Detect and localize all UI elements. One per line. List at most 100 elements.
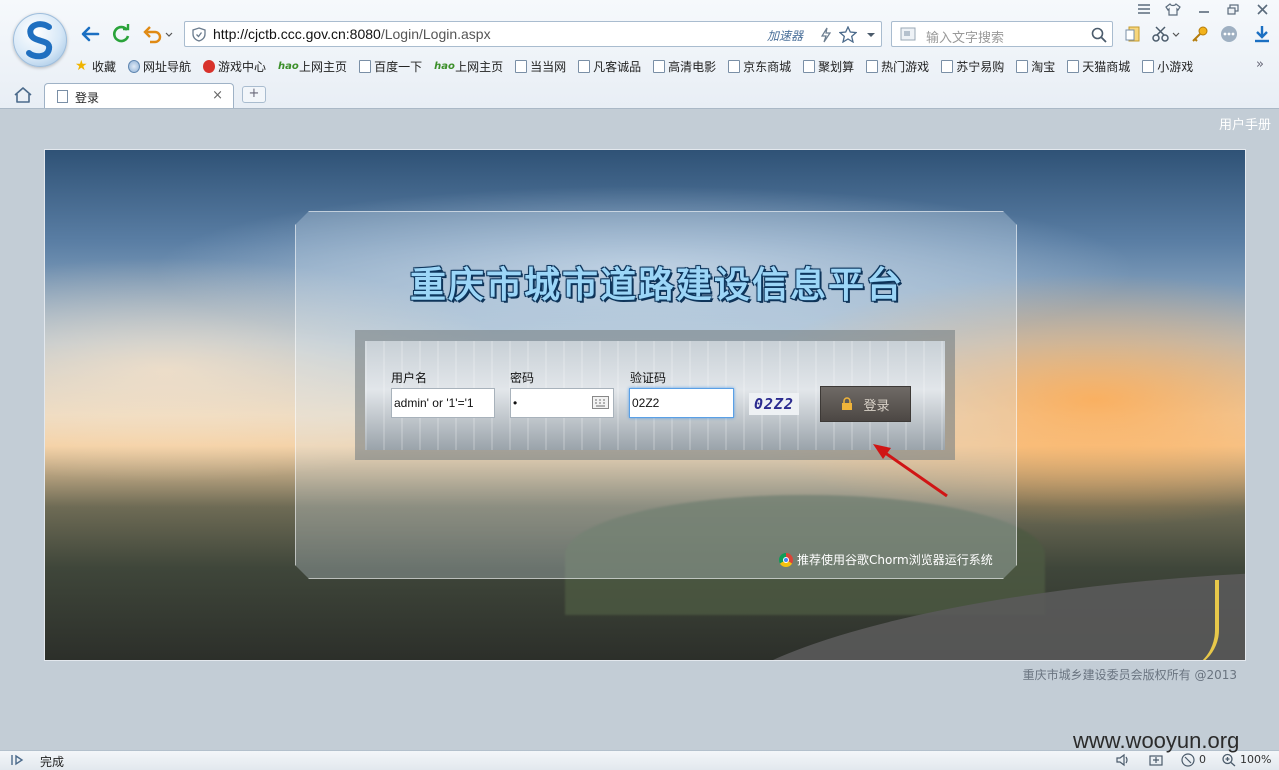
page-icon <box>866 59 879 73</box>
page-icon <box>578 59 591 73</box>
watermark: www.wooyun.org <box>1073 728 1240 753</box>
tab-close-icon[interactable]: × <box>212 88 223 103</box>
chevron-down-icon[interactable] <box>866 32 876 38</box>
bookmark-label: 收藏 <box>92 59 117 74</box>
star-bookmark-icon[interactable] <box>839 26 857 43</box>
back-button[interactable] <box>78 22 102 46</box>
page-icon <box>1067 59 1080 73</box>
skin-button[interactable] <box>1159 0 1187 18</box>
shirt-icon <box>1165 2 1181 16</box>
hao-icon: hao <box>278 60 299 72</box>
bookmarks-bar: ★ 收藏 网址导航 游戏中心 hao 上网主页 百度一下 hao 上网主页 当当网 凡客诚品 高清电影… <box>75 56 1205 76</box>
bookmark-item[interactable]: ★ 收藏 <box>75 58 116 75</box>
bookmark-item[interactable]: 当当网 <box>515 58 566 75</box>
bookmark-label: 淘宝 <box>1031 59 1056 74</box>
bookmark-item[interactable]: 小游戏 <box>1142 58 1193 75</box>
zoom-icon[interactable] <box>1221 753 1237 767</box>
browser-logo[interactable] <box>13 13 67 67</box>
browser-toolbar: http://cjctb.ccc.gov.cn:8080/Login/Login… <box>0 0 1279 109</box>
more-tools-button[interactable] <box>1219 24 1239 44</box>
sogou-logo-icon <box>26 21 53 60</box>
close-window-button[interactable] <box>1248 0 1276 18</box>
bookmark-label: 网址导航 <box>143 59 192 74</box>
tab-login[interactable]: 登录 × <box>44 83 234 108</box>
bookmark-item[interactable]: 凡客诚品 <box>578 58 641 75</box>
url-path: /Login/Login.aspx <box>380 26 491 42</box>
scissors-icon <box>1152 26 1180 42</box>
accelerator-label[interactable]: 加速器 <box>767 27 803 44</box>
search-placeholder[interactable]: 输入文字搜索 <box>926 27 1004 46</box>
page-icon <box>803 59 816 73</box>
url-text[interactable]: http://cjctb.ccc.gov.cn:8080/Login/Login… <box>213 26 491 42</box>
restore-icon <box>1227 3 1239 15</box>
network-icon[interactable] <box>1148 753 1164 767</box>
adblock-icon[interactable] <box>1181 753 1197 767</box>
annotation-arrow-icon <box>873 444 948 498</box>
bookmark-item[interactable]: 淘宝 <box>1016 58 1055 75</box>
globe-icon <box>128 59 141 73</box>
key-icon <box>1192 26 1208 42</box>
download-icon <box>1255 26 1269 43</box>
bookmark-item[interactable]: hao 上网主页 <box>434 58 503 75</box>
hero-background: 重庆市城市道路建设信息平台 用户名 admin' or '1'='1 密码 • … <box>44 149 1246 661</box>
close-icon <box>1256 3 1268 15</box>
bookmark-item[interactable]: 苏宁易购 <box>941 58 1004 75</box>
bookmarks-more-button[interactable]: » <box>1256 57 1264 72</box>
home-icon <box>14 87 32 103</box>
minimize-button[interactable] <box>1190 0 1218 18</box>
menu-button[interactable] <box>1130 0 1158 18</box>
search-bar[interactable]: 输入文字搜索 <box>891 21 1113 47</box>
bookmark-item[interactable]: 热门游戏 <box>866 58 929 75</box>
bookmark-label: 高清电影 <box>668 59 717 74</box>
bookmark-label: 上网主页 <box>455 59 504 74</box>
search-engine-icon[interactable] <box>900 27 918 42</box>
password-manager-button[interactable] <box>1190 24 1210 44</box>
bookmark-item[interactable]: 百度一下 <box>359 58 422 75</box>
game-icon <box>203 59 216 73</box>
sidebar-toggle-button[interactable] <box>1123 24 1143 44</box>
lightning-icon[interactable] <box>821 27 831 43</box>
tab-title: 登录 <box>75 91 100 105</box>
page-content: 用户手册 重庆市城市道路建设信息平台 用户名 admin' or '1'='1 … <box>0 109 1279 750</box>
minimize-icon <box>1199 11 1209 13</box>
new-tab-button[interactable]: + <box>242 86 266 103</box>
bookmark-label: 京东商城 <box>743 59 792 74</box>
sidebar-expand-icon[interactable] <box>10 753 26 767</box>
address-bar[interactable]: http://cjctb.ccc.gov.cn:8080/Login/Login… <box>184 21 882 47</box>
url-host: http://cjctb.ccc.gov.cn:8080 <box>213 26 381 42</box>
bookmark-item[interactable]: hao 上网主页 <box>278 58 347 75</box>
shield-icon <box>192 27 206 42</box>
undo-close-tab-button[interactable] <box>141 22 175 46</box>
bookmark-label: 苏宁易购 <box>956 59 1005 74</box>
home-button[interactable] <box>12 85 34 105</box>
refresh-button[interactable] <box>109 22 133 46</box>
page-icon <box>653 59 666 73</box>
zoom-level[interactable]: 100% <box>1240 753 1271 766</box>
page-icon <box>1016 59 1029 73</box>
screenshot-button[interactable] <box>1150 24 1182 44</box>
search-icon[interactable] <box>1091 27 1107 43</box>
page-icon <box>359 59 372 73</box>
user-manual-link[interactable]: 用户手册 <box>1219 114 1271 133</box>
page-icon <box>728 59 741 73</box>
bookmark-item[interactable]: 游戏中心 <box>203 58 266 75</box>
blocked-count: 0 <box>1199 753 1206 766</box>
bookmark-item[interactable]: 网址导航 <box>128 58 191 75</box>
status-text: 完成 <box>40 755 65 769</box>
bookmark-item[interactable]: 聚划算 <box>803 58 854 75</box>
document-icon <box>1125 26 1140 42</box>
bookmark-item[interactable]: 天猫商城 <box>1067 58 1130 75</box>
bookmark-label: 天猫商城 <box>1082 59 1131 74</box>
page-icon <box>1142 59 1155 73</box>
bookmark-item[interactable]: 京东商城 <box>728 58 791 75</box>
undo-icon <box>143 26 173 44</box>
bookmark-label: 游戏中心 <box>218 59 267 74</box>
download-button[interactable] <box>1252 24 1272 44</box>
back-arrow-icon <box>81 26 100 42</box>
bookmark-item[interactable]: 高清电影 <box>653 58 716 75</box>
bookmark-label: 小游戏 <box>1157 59 1194 74</box>
bookmark-label: 百度一下 <box>374 59 423 74</box>
speaker-icon[interactable] <box>1115 753 1131 767</box>
restore-button[interactable] <box>1219 0 1247 18</box>
more-dots-icon <box>1221 26 1237 42</box>
